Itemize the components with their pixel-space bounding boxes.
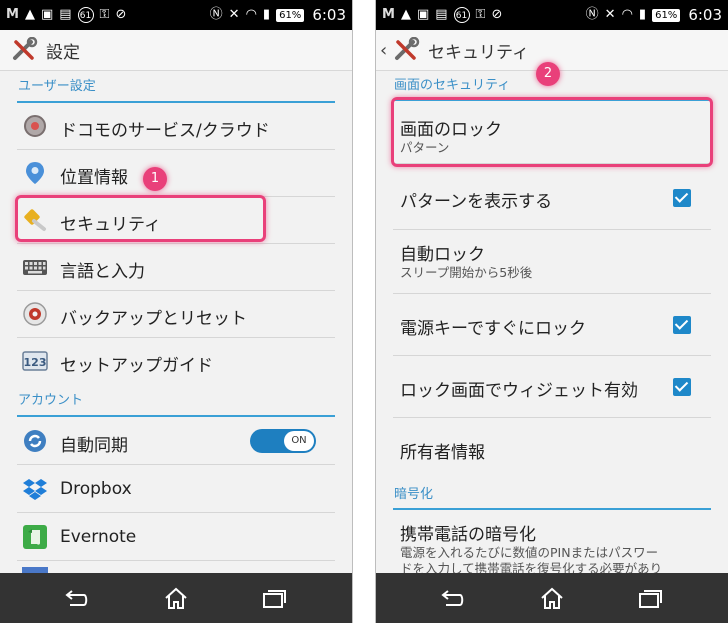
settings-list: ユーザー設定 ドコモのサービス/クラウド 位置情報 セキュリティ 言語と入力 バ…	[0, 71, 352, 573]
highlight-security	[15, 195, 266, 242]
settings-item-docomo[interactable]: ドコモのサービス/クラウド	[0, 103, 352, 150]
notification-61-icon: 61	[453, 7, 470, 23]
pref-encrypt-phone[interactable]: 携帯電話の暗号化 電源を入れるたびに数値のPINまたはパスワー ドを入力して携帯…	[376, 510, 728, 573]
action-bar: 設定	[0, 30, 352, 71]
settings-tools-icon[interactable]	[392, 37, 422, 63]
power-key-lock-checkbox[interactable]	[673, 316, 691, 334]
status-bar: M ▲ ▣ ▤ 61 ⚿ ⊘ Ⓝ ✕ ◠ ▮ 61% 6:03	[376, 0, 728, 30]
dropbox-icon	[23, 479, 47, 500]
settings-item-backup[interactable]: バックアップとリセット	[0, 291, 352, 338]
home-button[interactable]	[156, 583, 196, 613]
navigation-bar	[0, 573, 352, 623]
nfc-icon: Ⓝ	[209, 7, 223, 22]
settings-item-label: 自動同期	[60, 436, 128, 456]
pref-power-key-lock[interactable]: 電源キーですぐにロック	[376, 294, 728, 356]
gallery-icon: ▣	[40, 7, 54, 22]
key-icon: ⚿	[99, 7, 110, 22]
back-button[interactable]	[56, 583, 96, 613]
settings-item-label: 位置情報	[60, 168, 128, 188]
lockscreen-widget-checkbox[interactable]	[673, 378, 691, 396]
clock: 6:03	[688, 6, 722, 24]
pref-show-pattern[interactable]: パターンを表示する	[376, 164, 728, 230]
step-badge-2: 2	[536, 62, 560, 86]
vibrate-off-icon: ✕	[604, 7, 616, 22]
vibrate-off-icon: ✕	[228, 7, 240, 22]
battery-indicator: 61%	[276, 8, 305, 22]
pref-summary: スリープ開始から5秒後	[400, 265, 533, 280]
step-badge-1: 1	[143, 167, 167, 191]
warning-icon: ▲	[400, 7, 411, 22]
news-icon: ▤	[435, 7, 448, 22]
docomo-service-icon	[24, 115, 46, 137]
settings-item-evernote[interactable]: Evernote	[0, 513, 352, 561]
page-title: セキュリティ	[428, 42, 529, 63]
news-icon: ▤	[59, 7, 72, 22]
settings-item-dropbox[interactable]: Dropbox	[0, 465, 352, 513]
keyboard-icon	[23, 260, 47, 275]
pref-summary: ドを入力して携帯電話を復号化する必要があり	[400, 561, 663, 573]
recent-apps-button[interactable]	[254, 583, 294, 613]
gallery-icon: ▣	[416, 7, 430, 22]
highlight-screen-lock	[391, 97, 713, 167]
no-signal-icon: ⊘	[491, 7, 503, 22]
settings-item-language[interactable]: 言語と入力	[0, 244, 352, 291]
pref-auto-lock[interactable]: 自動ロック スリープ開始から5秒後	[376, 230, 728, 294]
pref-summary: 電源を入れるたびに数値のPINまたはパスワー	[400, 545, 659, 560]
no-signal-icon: ⊘	[115, 7, 127, 22]
settings-item-setup-guide[interactable]: 123 セットアップガイド	[0, 338, 352, 385]
section-header-encryption: 暗号化	[393, 482, 711, 510]
settings-item-label: Dropbox	[60, 479, 132, 499]
settings-item-auto-sync[interactable]: 自動同期 ON	[0, 417, 352, 465]
home-button[interactable]	[532, 583, 572, 613]
sync-icon	[24, 430, 46, 452]
page-title: 設定	[46, 42, 80, 63]
evernote-icon	[23, 525, 47, 549]
notification-61-icon: 61	[77, 7, 94, 23]
pref-title: ロック画面でウィジェット有効	[400, 381, 638, 401]
wifi-icon: ◠	[621, 7, 633, 22]
warning-icon: ▲	[24, 7, 35, 22]
pref-title: 所有者情報	[400, 443, 485, 463]
toggle-state: ON	[284, 431, 314, 451]
pref-title: 携帯電話の暗号化	[400, 525, 536, 545]
settings-item-label: Evernote	[60, 527, 137, 547]
signal-icon: ▮	[638, 7, 647, 22]
settings-item-label: 言語と入力	[60, 262, 145, 282]
settings-item-label: ドコモのサービス/クラウド	[60, 121, 270, 141]
settings-item-label: セットアップガイド	[60, 356, 213, 376]
status-bar: M ▲ ▣ ▤ 61 ⚿ ⊘ Ⓝ ✕ ◠ ▮ 61% 6:03	[0, 0, 352, 30]
battery-indicator: 61%	[652, 8, 681, 22]
section-header-account: アカウント	[17, 387, 335, 417]
security-screen: M ▲ ▣ ▤ 61 ⚿ ⊘ Ⓝ ✕ ◠ ▮ 61% 6:03 ‹ セキュリティ…	[376, 0, 728, 623]
pref-owner-info[interactable]: 所有者情報	[376, 418, 728, 480]
svg-text:123: 123	[24, 356, 47, 369]
navigation-bar	[376, 573, 728, 623]
notification-m-icon: M	[382, 7, 395, 22]
back-button[interactable]	[432, 583, 472, 613]
settings-screen: M ▲ ▣ ▤ 61 ⚿ ⊘ Ⓝ ✕ ◠ ▮ 61% 6:03 設定 ユーザー設…	[0, 0, 352, 623]
location-pin-icon	[26, 162, 44, 184]
clock: 6:03	[312, 6, 346, 24]
backup-reset-icon	[23, 302, 47, 326]
wifi-icon: ◠	[245, 7, 257, 22]
pref-title: 自動ロック	[400, 245, 485, 265]
pref-lockscreen-widget[interactable]: ロック画面でウィジェット有効	[376, 356, 728, 418]
show-pattern-checkbox[interactable]	[673, 189, 691, 207]
signal-icon: ▮	[262, 7, 271, 22]
pref-title: パターンを表示する	[400, 192, 553, 212]
settings-item-location[interactable]: 位置情報	[0, 150, 352, 197]
notification-m-icon: M	[6, 7, 19, 22]
settings-tools-icon	[13, 37, 38, 60]
nfc-icon: Ⓝ	[585, 7, 599, 22]
settings-item-label: バックアップとリセット	[60, 309, 247, 329]
up-chevron-icon[interactable]: ‹	[380, 40, 390, 61]
section-header-user: ユーザー設定	[17, 73, 335, 103]
auto-sync-toggle[interactable]: ON	[250, 429, 316, 453]
recent-apps-button[interactable]	[630, 583, 670, 613]
pref-title: 電源キーですぐにロック	[400, 319, 586, 339]
key-icon: ⚿	[475, 7, 486, 22]
setup-guide-icon: 123	[22, 351, 48, 371]
